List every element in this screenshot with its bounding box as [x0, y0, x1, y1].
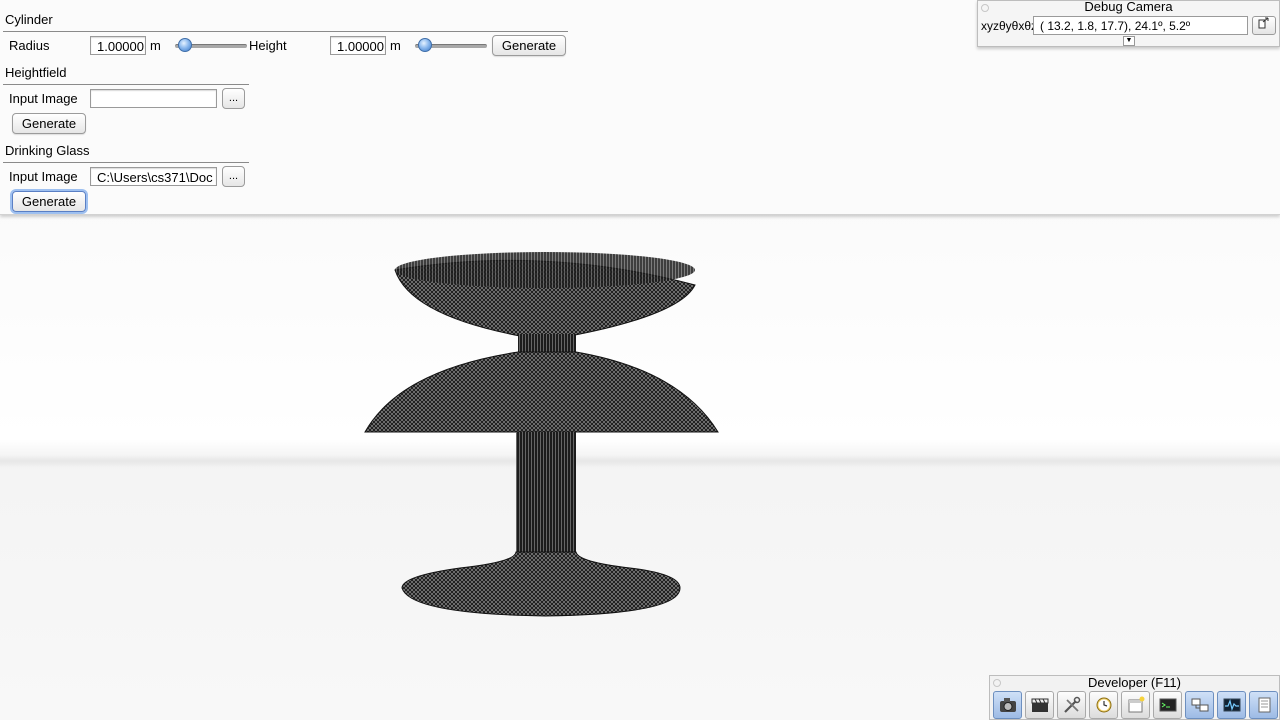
- document-icon: [1258, 697, 1270, 713]
- clock-icon: [1096, 697, 1111, 713]
- developer-toolbar-title: Developer (F11): [1088, 675, 1181, 690]
- height-unit: m: [390, 38, 401, 53]
- drinking-glass-generate-button[interactable]: Generate: [12, 191, 86, 212]
- tools-button[interactable]: [1057, 691, 1086, 719]
- drinking-glass-browse-button[interactable]: ...: [222, 166, 245, 187]
- camera-icon: [999, 698, 1016, 712]
- video-recorder-button[interactable]: [1025, 691, 1054, 719]
- camera-coordinates-label: xyzθyθxθz: [981, 19, 1038, 33]
- new-window-button[interactable]: [1121, 691, 1150, 719]
- heightfield-input-image-field[interactable]: [90, 89, 217, 108]
- debug-camera-window[interactable]: Debug Camera xyzθyθxθz ( 13.2, 1.8, 17.7…: [977, 0, 1280, 47]
- new-window-icon: [1128, 696, 1144, 713]
- height-slider-knob[interactable]: [417, 38, 432, 52]
- copy-coordinates-button[interactable]: [1252, 16, 1276, 35]
- scene-graph-button[interactable]: [1185, 691, 1214, 719]
- cylinder-generate-button[interactable]: Generate: [492, 35, 566, 56]
- drinking-glass-divider: [3, 162, 249, 163]
- height-input[interactable]: 1.00000: [330, 36, 386, 55]
- height-label: Height: [249, 38, 287, 53]
- film-clapper-icon: [1031, 698, 1048, 712]
- chevron-down-icon[interactable]: ▼: [1123, 36, 1135, 46]
- cylinder-divider: [3, 31, 568, 32]
- clock-tool-button[interactable]: [1089, 691, 1118, 719]
- heightfield-browse-button[interactable]: ...: [222, 88, 245, 109]
- debug-camera-title: Debug Camera: [1084, 0, 1173, 14]
- drinking-glass-wireframe-mesh: [364, 252, 719, 617]
- console-button[interactable]: [1153, 691, 1182, 719]
- profiler-button[interactable]: [1217, 691, 1246, 719]
- document-button[interactable]: [1249, 691, 1278, 719]
- heightfield-generate-button[interactable]: Generate: [12, 113, 86, 134]
- radius-input[interactable]: 1.00000: [90, 36, 146, 55]
- heightfield-input-image-label: Input Image: [9, 91, 78, 106]
- copy-icon: [1258, 17, 1269, 29]
- scene-graph-icon: [1191, 698, 1208, 712]
- radius-label: Radius: [9, 38, 50, 53]
- developer-toolbar: Developer (F11): [989, 675, 1280, 720]
- drinking-glass-input-image-label: Input Image: [9, 169, 78, 184]
- radius-unit: m: [150, 38, 161, 53]
- camera-coordinates-field[interactable]: ( 13.2, 1.8, 17.7), 24.1º, 5.2º: [1033, 16, 1248, 35]
- heightfield-section-title: Heightfield: [5, 65, 67, 80]
- heightfield-divider: [3, 84, 249, 85]
- profiler-icon: [1223, 698, 1240, 712]
- console-icon: [1159, 698, 1176, 712]
- drinking-glass-section-title: Drinking Glass: [5, 143, 90, 158]
- cylinder-section-title: Cylinder: [5, 12, 53, 27]
- radius-slider-knob[interactable]: [177, 38, 192, 52]
- drinking-glass-input-image-field[interactable]: C:\Users\cs371\Doc: [90, 167, 217, 186]
- camera-tool-button[interactable]: [993, 691, 1022, 719]
- tools-icon: [1063, 696, 1080, 713]
